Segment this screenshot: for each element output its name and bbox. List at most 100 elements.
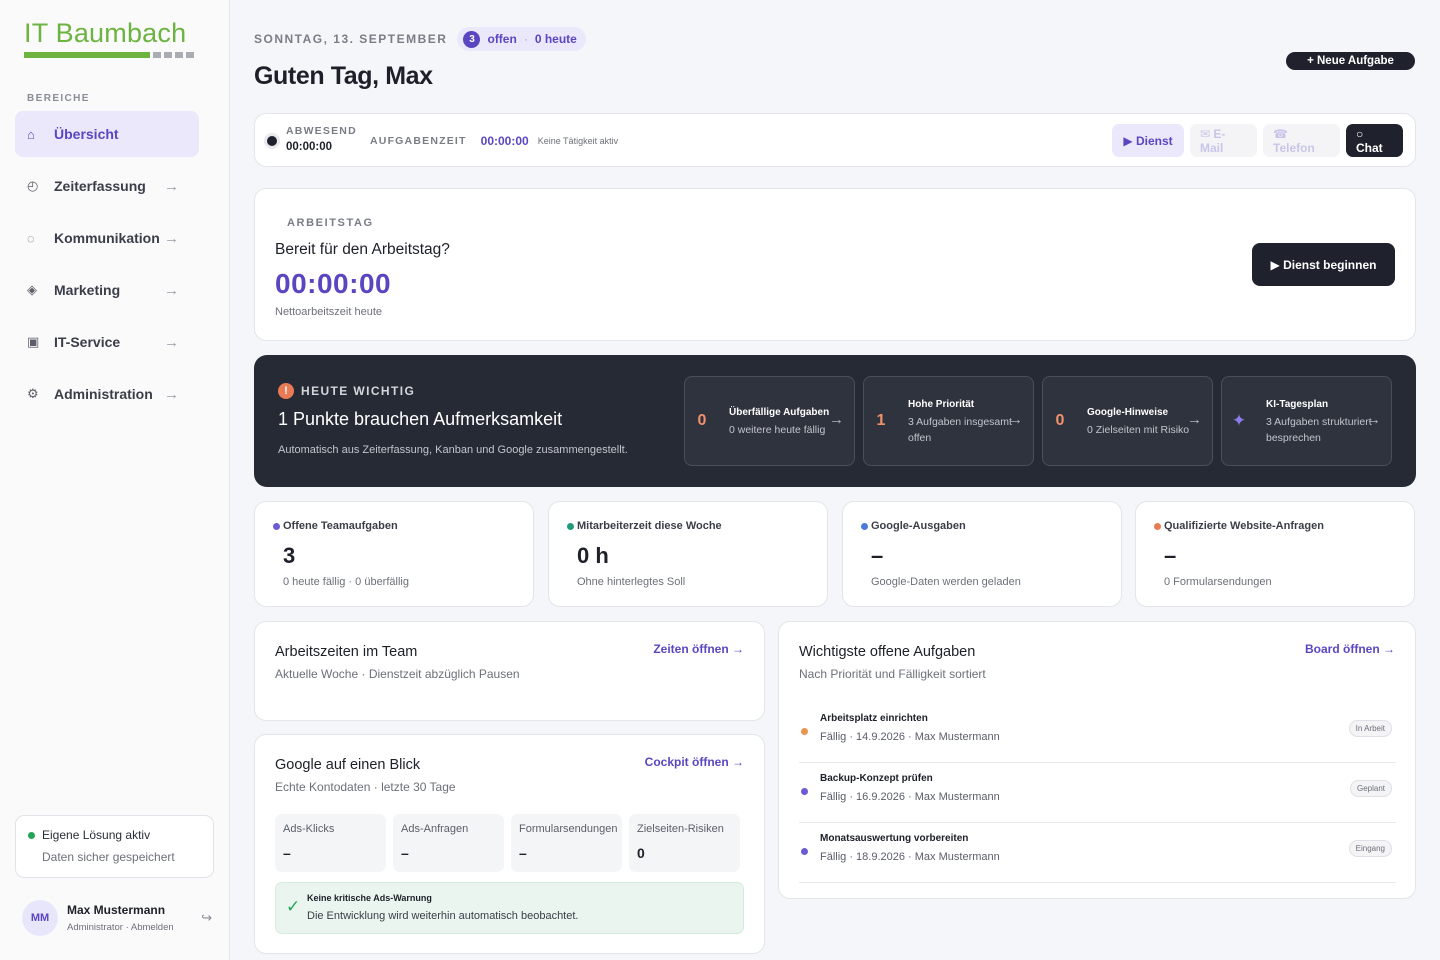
- separator: ·: [523, 32, 528, 46]
- stat-label: Offene Teamaufgaben: [283, 520, 398, 532]
- open-times-link[interactable]: Zeiten öffnen →: [653, 642, 744, 656]
- panel-subtitle: Nach Priorität und Fälligkeit sortiert: [799, 667, 986, 681]
- task-meta: Fällig · 16.9.2026 · Max Mustermann: [820, 791, 1000, 803]
- user-name: Max Mustermann: [67, 903, 166, 917]
- presence-time: 00:00:00: [286, 141, 333, 153]
- task-time-label: AUFGABENZEIT: [370, 135, 467, 147]
- sidebar-item-label: Kommunikation: [54, 230, 160, 246]
- panel-title: Arbeitszeiten im Team: [275, 644, 418, 660]
- start-shift-button[interactable]: ▶ Dienst: [1112, 124, 1184, 157]
- notice-text: Die Entwicklung wird weiterhin automatis…: [307, 910, 579, 922]
- metric-ads-requests: Ads-Anfragen –: [393, 814, 504, 872]
- list-item[interactable]: Arbeitsplatz einrichten Fällig · 14.9.20…: [799, 703, 1396, 763]
- arrow-right-icon: →: [164, 333, 179, 351]
- sidebar-item-label: Zeiterfassung: [54, 178, 146, 194]
- metric-value: –: [283, 845, 291, 861]
- check-icon: ✓: [286, 897, 301, 916]
- today-important-panel: ! HEUTE WICHTIG 1 Punkte brauchen Aufmer…: [254, 355, 1416, 487]
- chat-bubble-icon: ◌: [27, 230, 35, 246]
- google-metrics: Ads-Klicks – Ads-Anfragen – Formularsend…: [275, 814, 740, 872]
- stat-value: –: [871, 543, 884, 568]
- gear-icon: ⚙: [27, 386, 39, 401]
- stat-website-requests[interactable]: Qualifizierte Website-Anfragen – 0 Formu…: [1135, 501, 1415, 607]
- email-activity-button[interactable]: ✉ E-Mail: [1190, 124, 1257, 157]
- tile-google-hints[interactable]: 0 Google-Hinweise 0 Zielseiten mit Risik…: [1042, 376, 1213, 466]
- current-date: SONNTAG, 13. SEPTEMBER: [254, 32, 448, 46]
- tile-high-priority[interactable]: 1 Hohe Priorität 3 Aufgaben insgesamt of…: [863, 376, 1034, 466]
- task-name: Arbeitsplatz einrichten: [820, 713, 928, 724]
- diamond-icon: ◈: [27, 282, 37, 297]
- open-board-link[interactable]: Board öffnen →: [1305, 642, 1395, 656]
- sidebar-item-label: Marketing: [54, 282, 121, 298]
- arrow-right-icon: →: [1187, 411, 1202, 428]
- metric-form-submissions: Formularsendungen –: [511, 814, 622, 872]
- stat-employee-time[interactable]: Mitarbeiterzeit diese Woche 0 h Ohne hin…: [548, 501, 828, 607]
- stat-label: Qualifizierte Website-Anfragen: [1164, 520, 1324, 532]
- clock-icon: ◴: [27, 178, 39, 193]
- tile-value: 0: [697, 412, 707, 429]
- sidebar-item-uebersicht[interactable]: ⌂ Übersicht: [15, 111, 199, 157]
- sidebar-item-zeiterfassung[interactable]: ◴ Zeiterfassung →: [15, 163, 199, 209]
- status-dot-icon: [28, 831, 35, 839]
- brand-name: IT Baumbach: [24, 18, 187, 48]
- workday-label: ARBEITSTAG: [287, 217, 374, 229]
- stat-sub: Google-Daten werden geladen: [871, 576, 1021, 588]
- task-meta: Fällig · 14.9.2026 · Max Mustermann: [820, 731, 1000, 743]
- sidebar: IT Baumbach BEREICHE ⌂ Übersicht ◴ Zeite…: [0, 0, 230, 960]
- open-label: offen: [487, 32, 517, 46]
- status-subtitle: Daten sicher gespeichert: [42, 850, 175, 864]
- arrow-right-icon: →: [1366, 411, 1381, 428]
- stat-dot-icon: [861, 522, 868, 530]
- open-tasks-pill[interactable]: 3 offen · 0 heute: [457, 27, 586, 51]
- stat-sub: 0 heute fällig · 0 überfällig: [283, 576, 409, 588]
- arrow-right-icon: →: [164, 281, 179, 299]
- logout-icon[interactable]: ↪: [201, 910, 212, 926]
- sparkle-icon: ✦: [1231, 411, 1247, 430]
- workday-subtitle: Nettoarbeitszeit heute: [275, 306, 383, 318]
- date-line: SONNTAG, 13. SEPTEMBER 3 offen · 0 heute: [254, 27, 586, 51]
- presence-dot-icon: [267, 136, 277, 146]
- priority-dot-icon: [801, 848, 808, 855]
- time-tracking-bar: ABWESEND 00:00:00 AUFGABENZEIT 00:00:00 …: [254, 113, 1416, 167]
- main-nav: ⌂ Übersicht ◴ Zeiterfassung → ◌ Kommunik…: [15, 111, 199, 423]
- task-name: Backup-Konzept prüfen: [820, 773, 933, 784]
- stat-value: 3: [283, 543, 296, 568]
- list-item[interactable]: Backup-Konzept prüfen Fällig · 16.9.2026…: [799, 763, 1396, 823]
- chat-activity-button[interactable]: ○ Chat: [1346, 124, 1403, 157]
- open-cockpit-link[interactable]: Cockpit öffnen →: [645, 755, 744, 769]
- tile-title: KI-Tagesplan: [1266, 398, 1329, 410]
- home-icon: ⌂: [27, 126, 35, 142]
- tile-overdue-tasks[interactable]: 0 Überfällige Aufgaben 0 weitere heute f…: [684, 376, 855, 466]
- tile-ai-day-plan[interactable]: ✦ KI-Tagesplan 3 Aufgaben strukturiert b…: [1221, 376, 1392, 466]
- user-profile[interactable]: MM Max Mustermann Administrator · Abmeld…: [22, 900, 212, 936]
- tile-value: 0: [1055, 412, 1065, 429]
- tile-desc: 3 Aufgaben strukturiert besprechen: [1266, 415, 1372, 444]
- stat-dot-icon: [567, 522, 574, 530]
- phone-activity-button[interactable]: ☎ Telefon: [1263, 124, 1340, 157]
- server-icon: ▣: [27, 334, 40, 349]
- google-overview-panel: Google auf einen Blick Echte Kontodaten …: [254, 734, 765, 954]
- panel-subtitle: Echte Kontodaten · letzte 30 Tage: [275, 780, 456, 794]
- stat-google-spend[interactable]: Google-Ausgaben – Google-Daten werden ge…: [842, 501, 1122, 607]
- avatar: MM: [22, 900, 58, 936]
- arrow-right-icon: →: [164, 229, 179, 247]
- list-item[interactable]: Monatsauswertung vorbereiten Fällig · 18…: [799, 823, 1396, 883]
- tile-desc: 3 Aufgaben insgesamt offen: [908, 415, 1012, 444]
- system-status-box: Eigene Lösung aktiv Daten sicher gespeic…: [15, 815, 214, 878]
- brand-logo[interactable]: IT Baumbach: [24, 18, 200, 58]
- sidebar-item-marketing[interactable]: ◈ Marketing →: [15, 267, 199, 313]
- arrow-right-icon: →: [164, 385, 179, 403]
- sidebar-item-it-service[interactable]: ▣ IT-Service →: [15, 319, 199, 365]
- stat-open-team-tasks[interactable]: Offene Teamaufgaben 3 0 heute fällig · 0…: [254, 501, 534, 607]
- sidebar-item-kommunikation[interactable]: ◌ Kommunikation →: [15, 215, 199, 261]
- sidebar-item-administration[interactable]: ⚙ Administration →: [15, 371, 199, 417]
- status-badge: Eingang: [1348, 840, 1392, 857]
- panel-title: Google auf einen Blick: [275, 757, 421, 773]
- alert-icon: !: [278, 383, 294, 399]
- tile-title: Hohe Priorität: [908, 398, 975, 410]
- notice-title: Keine kritische Ads-Warnung: [307, 893, 432, 903]
- begin-shift-button[interactable]: ▶ Dienst beginnen: [1252, 243, 1395, 286]
- task-list: Arbeitsplatz einrichten Fällig · 14.9.20…: [799, 703, 1396, 883]
- status-badge: Geplant: [1349, 780, 1392, 797]
- new-task-button[interactable]: + Neue Aufgabe: [1286, 52, 1415, 70]
